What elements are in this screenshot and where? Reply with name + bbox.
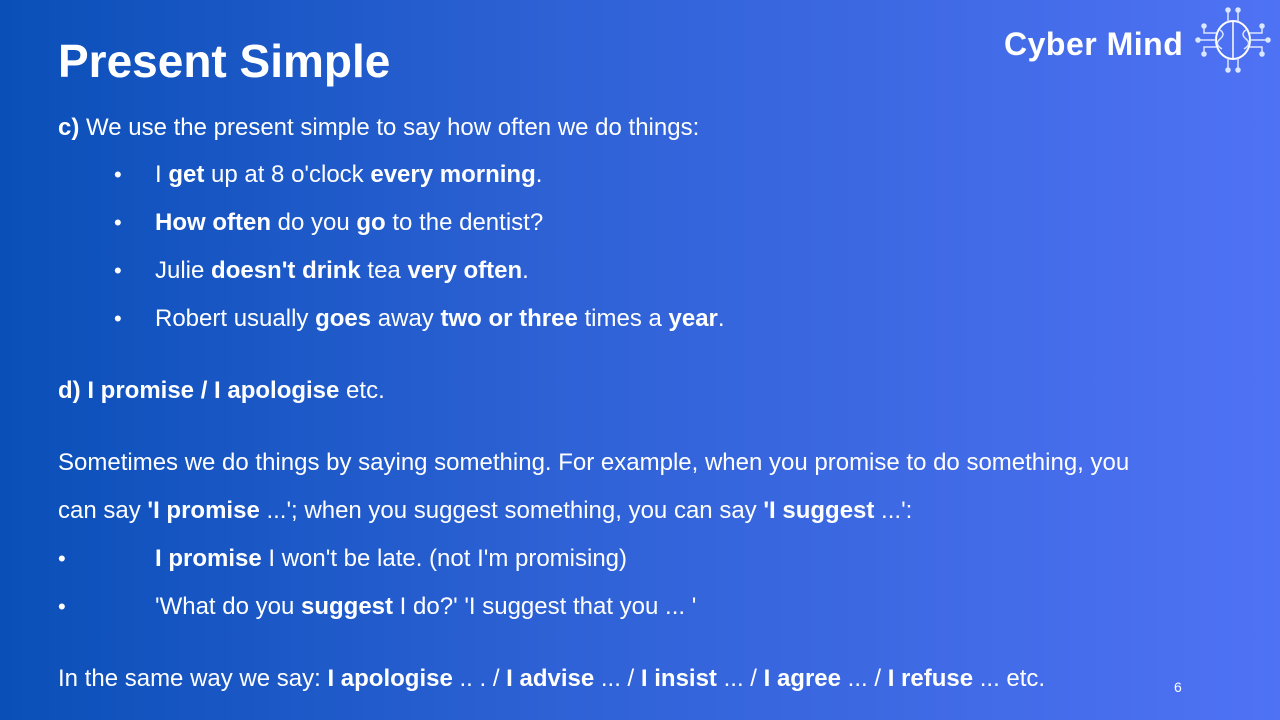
example-bullet-2: How often do you go to the dentist? xyxy=(155,208,543,238)
text-run: Robert usually xyxy=(155,305,316,332)
closing-line: In the same way we say: I apologise .. .… xyxy=(58,664,1045,694)
text-run: times a xyxy=(577,305,669,332)
bold-run: How often xyxy=(155,209,271,236)
text-run: I xyxy=(155,161,169,188)
bullet-marker: • xyxy=(58,594,66,619)
text-run: Julie xyxy=(155,257,212,284)
example-bullet-1: I get up at 8 o'clock every morning. xyxy=(155,160,542,190)
page-number: 6 xyxy=(1174,679,1182,695)
bullet-marker: • xyxy=(114,306,122,331)
text-run: . xyxy=(535,161,543,188)
text-run: I won't be late. (not I'm promising) xyxy=(261,545,628,572)
slide: Present Simple Cyber Mind c) We use the … xyxy=(0,0,1280,720)
section-d-heading: d) I promise / I apologise etc. xyxy=(58,376,385,406)
bullet-marker: • xyxy=(58,546,66,571)
bold-run: very often xyxy=(407,257,523,284)
text-run: In the same way we say: xyxy=(58,665,328,692)
bold-run: every morning xyxy=(370,161,536,188)
bold-run: two or three xyxy=(440,305,578,332)
suggest-example: 'What do you suggest I do?' 'I suggest t… xyxy=(155,592,696,622)
text-run: ... / xyxy=(594,665,641,692)
bold-run: I promise xyxy=(155,545,262,572)
example-bullet-4: Robert usually goes away two or three ti… xyxy=(155,304,725,334)
bold-run: I refuse xyxy=(887,665,974,692)
section-c-intro-text: We use the present simple to say how oft… xyxy=(79,114,700,141)
logo-text: Cyber Mind xyxy=(1004,26,1184,62)
text-run: to the dentist? xyxy=(385,209,544,236)
section-d-paragraph-line-2: can say 'I promise ...'; when you sugges… xyxy=(58,496,912,526)
bold-run: d) I promise / I apologise xyxy=(58,377,340,404)
text-run: .. . / xyxy=(452,665,507,692)
text-run: up at 8 o'clock xyxy=(204,161,371,188)
text-run: . xyxy=(522,257,529,284)
bold-run: go xyxy=(356,209,386,236)
text-run: away xyxy=(371,305,441,332)
bold-run: I agree xyxy=(763,665,842,692)
text-run: ... etc. xyxy=(973,665,1046,692)
bold-run: get xyxy=(168,161,205,188)
text-run: 'What do you xyxy=(155,593,301,620)
bold-run: year xyxy=(668,305,718,332)
example-bullet-3: Julie doesn't drink tea very often. xyxy=(155,256,529,286)
text-run: tea xyxy=(360,257,408,284)
bullet-marker: • xyxy=(114,210,122,235)
text-run: etc. xyxy=(339,377,385,404)
text-run: ... / xyxy=(841,665,888,692)
bold-run: doesn't drink xyxy=(211,257,361,284)
bold-run: I insist xyxy=(640,665,717,692)
slide-title: Present Simple xyxy=(58,35,391,87)
bold-run: I advise xyxy=(506,665,595,692)
text-run: I do?' 'I suggest that you ... ' xyxy=(393,593,697,620)
bold-run: 'I promise xyxy=(147,497,260,524)
section-d-paragraph-line-1: Sometimes we do things by saying somethi… xyxy=(58,448,1129,478)
text-run: ... / xyxy=(716,665,764,692)
promise-example: I promise I won't be late. (not I'm prom… xyxy=(155,544,627,574)
bullet-marker: • xyxy=(114,258,122,283)
bold-run: goes xyxy=(315,305,372,332)
text-run: . xyxy=(717,305,725,332)
text-run: Sometimes we do things by saying somethi… xyxy=(58,449,1130,476)
bold-run: 'I suggest xyxy=(763,497,875,524)
text-run: do you xyxy=(270,209,357,236)
text-run: ...'; when you suggest something, you ca… xyxy=(259,497,764,524)
bullet-marker: • xyxy=(114,162,122,187)
cyber-mind-logo: Cyber Mind xyxy=(1004,6,1276,74)
bold-run: suggest xyxy=(301,593,394,620)
text-run: can say xyxy=(58,497,148,524)
bold-run: I apologise xyxy=(327,665,453,692)
text-run: ...': xyxy=(874,497,913,524)
section-c-intro: c) We use the present simple to say how … xyxy=(58,113,699,143)
section-c-label: c) xyxy=(58,114,80,141)
brain-circuit-icon xyxy=(1195,7,1271,73)
